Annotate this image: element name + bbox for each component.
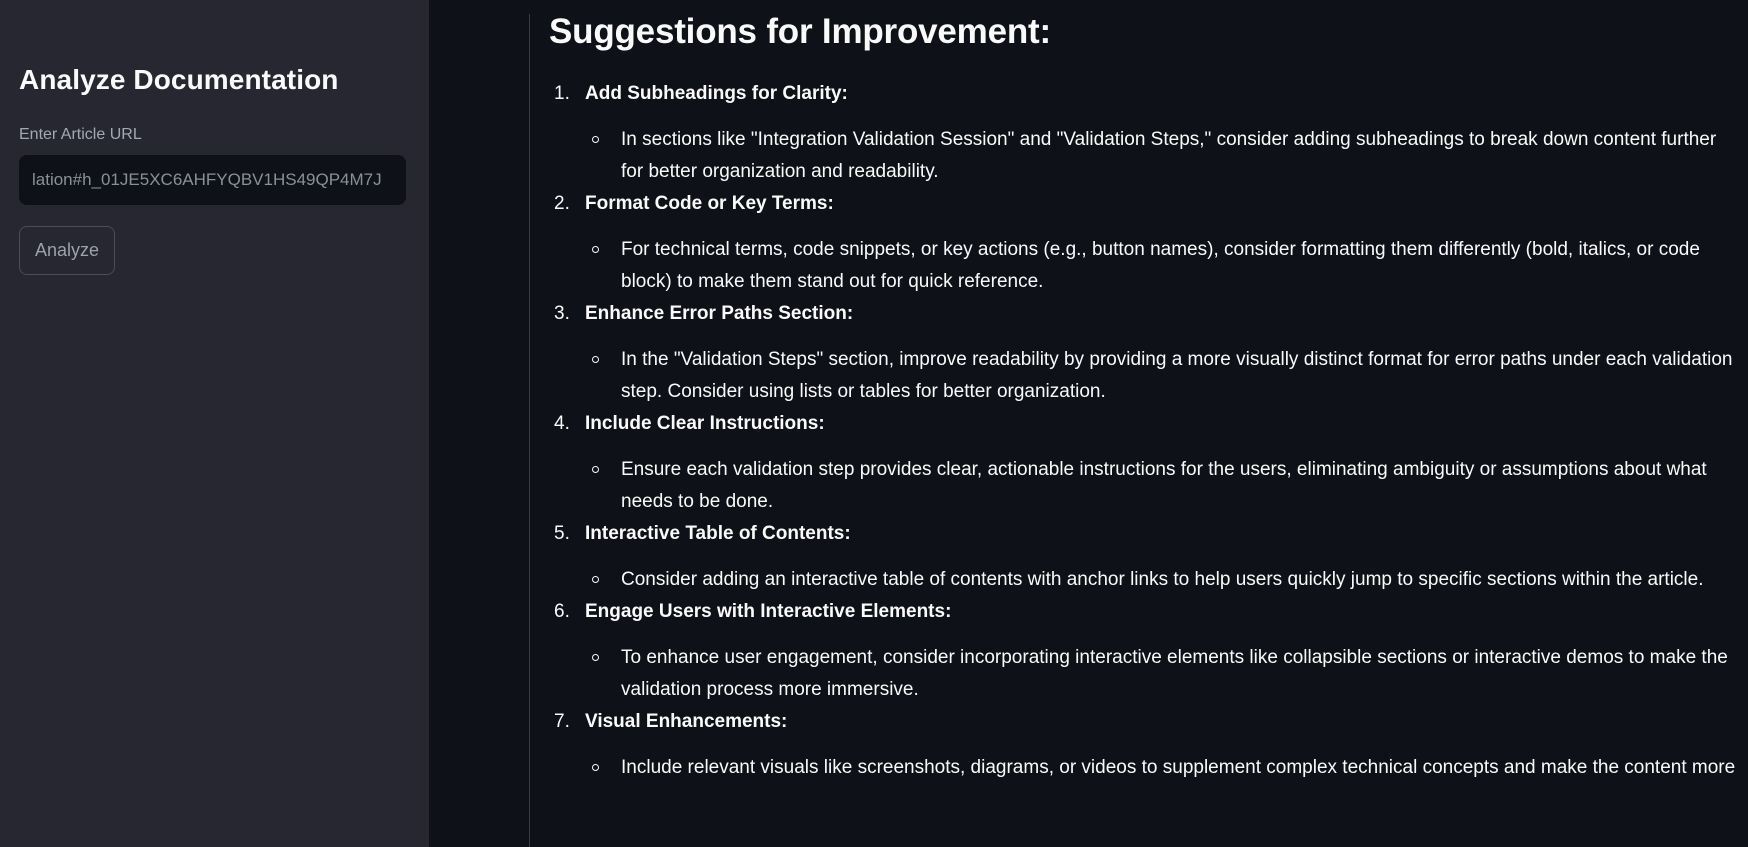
circle-bullet-icon <box>592 466 599 473</box>
suggestion-item: 5. Interactive Table of Contents: Consid… <box>549 518 1739 596</box>
suggestion-details: Include relevant visuals like screenshot… <box>585 752 1739 784</box>
suggestion-detail: For technical terms, code snippets, or k… <box>585 234 1739 298</box>
suggestion-details: In sections like "Integration Validation… <box>585 124 1739 188</box>
suggestion-details: In the "Validation Steps" section, impro… <box>585 344 1739 408</box>
suggestion-number: 6. <box>554 601 570 622</box>
suggestion-item: 6. Engage Users with Interactive Element… <box>549 596 1739 706</box>
suggestion-number: 3. <box>554 303 570 324</box>
circle-bullet-icon <box>592 246 599 253</box>
suggestion-detail-text: In sections like "Integration Validation… <box>621 129 1717 182</box>
suggestion-title: Engage Users with Interactive Elements: <box>585 601 952 622</box>
suggestion-item: 3. Enhance Error Paths Section: In the "… <box>549 298 1739 408</box>
suggestion-number: 7. <box>554 711 570 732</box>
suggestion-item: 7. Visual Enhancements: Include relevant… <box>549 706 1739 784</box>
suggestion-number: 4. <box>554 413 570 434</box>
app-window: Analyze Documentation Enter Article URL … <box>0 0 1748 847</box>
suggestion-title: Visual Enhancements: <box>585 711 788 732</box>
suggestions-section: Suggestions for Improvement: 1. Add Subh… <box>549 8 1739 784</box>
suggestion-title: Enhance Error Paths Section: <box>585 303 854 324</box>
suggestion-details: Ensure each validation step provides cle… <box>585 454 1739 518</box>
suggestion-detail: Consider adding an interactive table of … <box>585 564 1739 596</box>
suggestion-detail-text: For technical terms, code snippets, or k… <box>621 239 1700 292</box>
suggestion-number: 5. <box>554 523 570 544</box>
suggestion-detail-text: Include relevant visuals like screenshot… <box>621 757 1736 778</box>
suggestion-detail: Ensure each validation step provides cle… <box>585 454 1739 518</box>
analyze-button[interactable]: Analyze <box>19 226 115 275</box>
suggestion-item: 1. Add Subheadings for Clarity: In secti… <box>549 78 1739 188</box>
article-url-input[interactable] <box>19 155 406 205</box>
url-field-label: Enter Article URL <box>19 126 142 143</box>
circle-bullet-icon <box>592 654 599 661</box>
suggestion-detail-text: To enhance user engagement, consider inc… <box>621 647 1728 700</box>
suggestion-title: Add Subheadings for Clarity: <box>585 83 848 104</box>
suggestion-detail-text: Ensure each validation step provides cle… <box>621 459 1707 512</box>
suggestion-detail: Include relevant visuals like screenshot… <box>585 752 1739 784</box>
suggestion-title: Include Clear Instructions: <box>585 413 825 434</box>
content-divider <box>529 14 530 847</box>
suggestion-number: 1. <box>554 83 570 104</box>
suggestion-detail-text: Consider adding an interactive table of … <box>621 569 1704 590</box>
sidebar: Analyze Documentation Enter Article URL … <box>0 0 429 847</box>
suggestion-detail: In the "Validation Steps" section, impro… <box>585 344 1739 408</box>
circle-bullet-icon <box>592 576 599 583</box>
circle-bullet-icon <box>592 136 599 143</box>
circle-bullet-icon <box>592 764 599 771</box>
suggestions-list: 1. Add Subheadings for Clarity: In secti… <box>549 78 1739 784</box>
suggestion-item: 2. Format Code or Key Terms: For technic… <box>549 188 1739 298</box>
suggestion-item: 4. Include Clear Instructions: Ensure ea… <box>549 408 1739 518</box>
suggestions-heading: Suggestions for Improvement: <box>549 12 1051 51</box>
suggestion-detail: To enhance user engagement, consider inc… <box>585 642 1739 706</box>
suggestion-title: Interactive Table of Contents: <box>585 523 851 544</box>
suggestion-details: For technical terms, code snippets, or k… <box>585 234 1739 298</box>
suggestion-number: 2. <box>554 193 570 214</box>
suggestion-detail: In sections like "Integration Validation… <box>585 124 1739 188</box>
suggestion-details: To enhance user engagement, consider inc… <box>585 642 1739 706</box>
suggestion-detail-text: In the "Validation Steps" section, impro… <box>621 349 1733 402</box>
suggestion-details: Consider adding an interactive table of … <box>585 564 1739 596</box>
circle-bullet-icon <box>592 356 599 363</box>
suggestion-title: Format Code or Key Terms: <box>585 193 834 214</box>
sidebar-title: Analyze Documentation <box>19 64 339 95</box>
